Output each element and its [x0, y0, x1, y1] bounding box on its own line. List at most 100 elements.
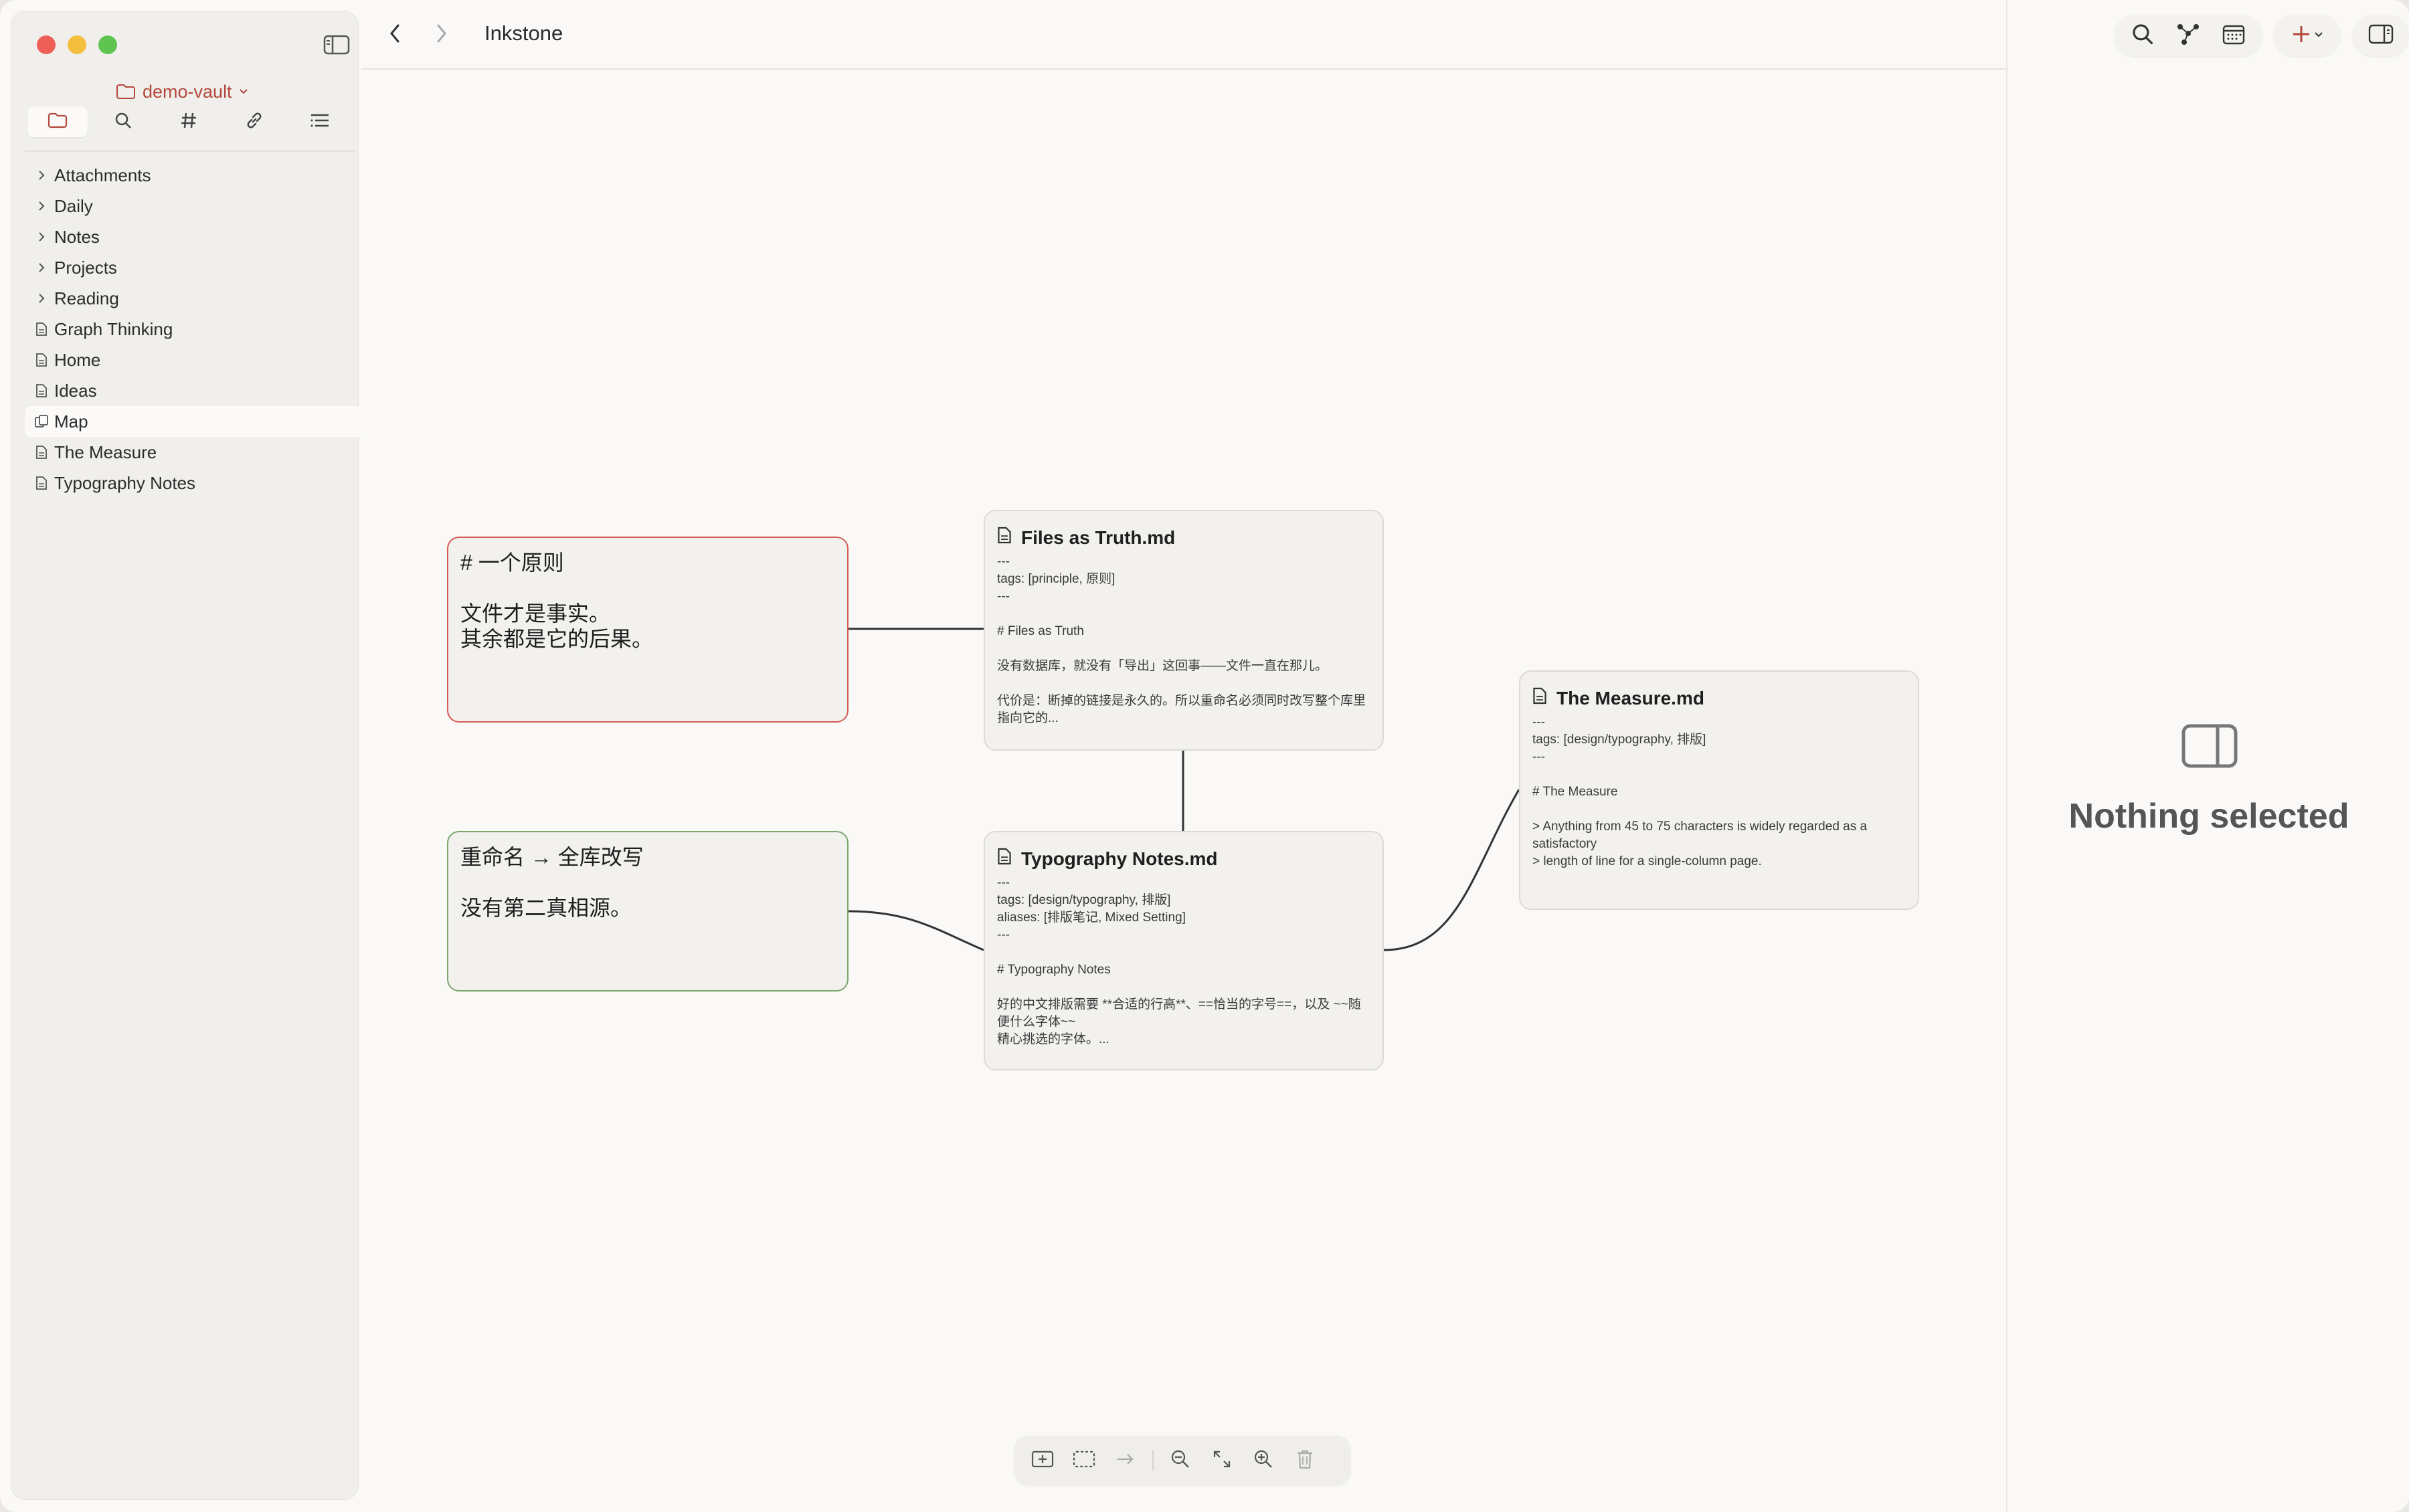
arrow-right-icon — [1116, 1451, 1136, 1471]
file-icon — [34, 476, 49, 490]
tree-item-label: Home — [54, 349, 101, 370]
card-header: Typography Notes.md — [985, 832, 1382, 874]
file-icon — [997, 526, 1012, 549]
tree-folder-reading[interactable]: Reading — [25, 283, 365, 314]
close-window-button[interactable] — [37, 35, 56, 54]
canvas-card-files-as-truth[interactable]: Files as Truth.md --- tags: [principle, … — [984, 510, 1384, 751]
chevron-right-icon — [34, 229, 49, 244]
tree-file-ideas[interactable]: Ideas — [25, 375, 365, 406]
canvas-card-the-measure[interactable]: The Measure.md --- tags: [design/typogra… — [1519, 670, 1919, 910]
chevron-down-icon — [2314, 29, 2323, 41]
sidebar-divider — [25, 151, 355, 152]
tree-item-label: Notes — [54, 226, 100, 247]
chevron-right-icon — [34, 168, 49, 183]
card-body: --- tags: [design/typography, 排版] --- # … — [1532, 715, 1868, 868]
search-icon — [114, 112, 132, 132]
tree-file-typography-notes[interactable]: Typography Notes — [25, 468, 365, 498]
tree-file-graph-thinking[interactable]: Graph Thinking — [25, 314, 365, 345]
tree-item-label: The Measure — [54, 442, 157, 462]
chevron-right-icon — [34, 199, 49, 213]
toolbar-right — [2115, 15, 2409, 56]
canvas-toolbar — [1014, 1436, 1350, 1485]
card-header: The Measure.md — [1520, 672, 1918, 714]
tree-item-label: Map — [54, 411, 88, 432]
sidebar-tabs — [25, 105, 353, 138]
tree-file-map[interactable]: Map — [25, 406, 365, 437]
card-body: --- tags: [principle, 原则] --- # Files as… — [997, 555, 1366, 725]
trash-icon — [1296, 1449, 1314, 1473]
link-icon — [245, 111, 264, 133]
tree-item-label: Ideas — [54, 380, 97, 401]
tree-item-label: Projects — [54, 257, 117, 278]
tree-folder-notes[interactable]: Notes — [25, 221, 365, 252]
card-title: The Measure.md — [1556, 687, 1704, 708]
empty-state-text: Nothing selected — [2068, 797, 2349, 836]
graph-icon — [2176, 23, 2200, 49]
canvas-card-principle[interactable]: # 一个原则 文件才是事实。 其余都是它的后果。 — [447, 537, 849, 723]
search-button[interactable] — [2121, 17, 2164, 54]
chevron-right-icon — [34, 291, 49, 306]
tree-folder-projects[interactable]: Projects — [25, 252, 365, 283]
card-text: # 一个原则 文件才是事实。 其余都是它的后果。 — [460, 551, 654, 651]
tab-links[interactable] — [224, 106, 284, 137]
calendar-icon — [2222, 23, 2245, 48]
add-edge-button[interactable] — [1108, 1443, 1143, 1478]
tab-files[interactable] — [27, 106, 88, 137]
canvas-card-typography-notes[interactable]: Typography Notes.md --- tags: [design/ty… — [984, 831, 1384, 1070]
back-button[interactable] — [381, 21, 408, 48]
card-header: Files as Truth.md — [985, 511, 1382, 553]
tree-item-label: Attachments — [54, 165, 151, 185]
tab-search[interactable] — [93, 106, 153, 137]
new-note-group — [2274, 15, 2341, 56]
zoom-out-button[interactable] — [1163, 1443, 1198, 1478]
chevron-right-icon — [34, 260, 49, 275]
calendar-button[interactable] — [2212, 17, 2255, 54]
canvas-icon — [34, 414, 49, 429]
tree-item-label: Graph Thinking — [54, 318, 173, 339]
sidebar: demo-vault Attachments Daily Notes Proje… — [11, 11, 365, 1500]
group-icon — [1073, 1450, 1095, 1472]
tree-file-the-measure[interactable]: The Measure — [25, 437, 365, 468]
card-title: Files as Truth.md — [1021, 527, 1176, 548]
tab-tags[interactable] — [159, 106, 219, 137]
sidebar-toggle-icon[interactable] — [323, 34, 350, 56]
card-body: --- tags: [design/typography, 排版] aliase… — [997, 876, 1361, 1046]
hash-icon — [180, 112, 197, 132]
add-card-button[interactable] — [1025, 1443, 1060, 1478]
file-icon — [1532, 686, 1547, 710]
right-panel-icon — [2368, 24, 2394, 48]
file-icon — [34, 383, 49, 398]
tree-folder-daily[interactable]: Daily — [25, 191, 365, 221]
search-icon — [2131, 23, 2154, 49]
card-text: 重命名 → 全库改写 没有第二真相源。 — [460, 845, 644, 920]
zoom-in-icon — [1253, 1449, 1273, 1473]
zoom-fit-button[interactable] — [1204, 1443, 1239, 1478]
chevron-right-icon — [435, 23, 448, 48]
add-group-button[interactable] — [1067, 1443, 1101, 1478]
graph-view-button[interactable] — [2167, 17, 2210, 54]
delete-button[interactable] — [1287, 1443, 1322, 1478]
tree-folder-attachments[interactable]: Attachments — [25, 160, 365, 191]
plus-icon — [2291, 24, 2311, 48]
tree-file-home[interactable]: Home — [25, 345, 365, 375]
edge-typography-to-measure — [1383, 789, 1520, 951]
vault-name: demo-vault — [143, 81, 232, 102]
empty-inspector-icon — [2181, 724, 2238, 768]
view-tools-group — [2115, 15, 2262, 56]
canvas-card-rename[interactable]: 重命名 → 全库改写 没有第二真相源。 — [447, 831, 849, 991]
file-icon — [997, 847, 1012, 870]
file-icon — [34, 322, 49, 337]
file-tree: Attachments Daily Notes Projects Reading… — [25, 160, 365, 498]
inspector-toggle-button[interactable] — [2359, 17, 2402, 54]
forward-button[interactable] — [428, 21, 455, 48]
zoom-in-button[interactable] — [1246, 1443, 1281, 1478]
tab-outline[interactable] — [290, 106, 350, 137]
add-card-icon — [1031, 1450, 1054, 1472]
toolbar-divider — [1152, 1450, 1154, 1471]
minimize-window-button[interactable] — [68, 35, 86, 54]
new-note-button[interactable] — [2281, 17, 2334, 54]
tree-item-label: Reading — [54, 288, 119, 308]
chevron-left-icon — [388, 23, 402, 48]
zoom-window-button[interactable] — [98, 35, 117, 54]
vault-switcher[interactable]: demo-vault — [116, 78, 248, 105]
